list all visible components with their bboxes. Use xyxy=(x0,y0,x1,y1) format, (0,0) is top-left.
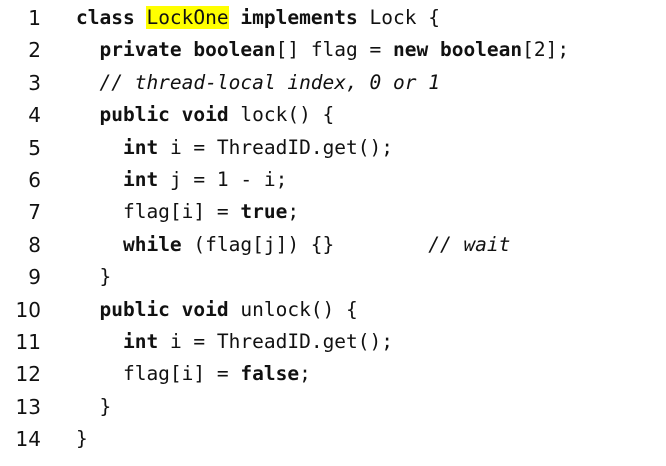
code-comment: // wait xyxy=(428,232,511,256)
code-token: } xyxy=(76,265,112,289)
code-line: 2 private boolean[] flag = new boolean[2… xyxy=(0,34,666,66)
code-text: flag[i] = false; xyxy=(76,358,311,390)
code-token: ; xyxy=(287,200,300,224)
code-line: 14} xyxy=(0,423,666,455)
code-keyword: public void xyxy=(99,297,229,321)
code-keyword: public void xyxy=(99,103,229,127)
code-line: 12 flag[i] = false; xyxy=(0,358,666,390)
code-text: flag[i] = true; xyxy=(76,196,299,228)
code-keyword: new boolean xyxy=(393,38,523,62)
line-number: 13 xyxy=(15,394,41,419)
line-number: 6 xyxy=(28,167,41,192)
code-token: } xyxy=(76,394,112,418)
code-text: } xyxy=(76,261,111,293)
code-token: i = ThreadID.get(); xyxy=(158,135,394,159)
line-number: 9 xyxy=(28,265,41,290)
code-token: (flag[j]) {} xyxy=(181,232,429,256)
line-number: 4 xyxy=(28,103,41,128)
code-line: 10 public void unlock() { xyxy=(0,294,666,326)
code-text: int i = ThreadID.get(); xyxy=(76,326,393,358)
code-text: int j = 1 - i; xyxy=(76,164,287,196)
code-text: } xyxy=(76,423,88,455)
line-number: 8 xyxy=(28,232,41,257)
code-token: unlock() { xyxy=(228,297,358,321)
code-keyword: true xyxy=(240,200,288,224)
code-token: flag[i] = xyxy=(76,362,241,386)
code-text: public void lock() { xyxy=(76,99,334,131)
code-token: [2]; xyxy=(522,38,570,62)
code-line: 7 flag[i] = true; xyxy=(0,196,666,228)
code-token: lock() { xyxy=(228,103,335,127)
code-line: 8 while (flag[j]) {} // wait xyxy=(0,229,666,261)
code-text: while (flag[j]) {} // wait xyxy=(76,229,510,261)
line-number: 5 xyxy=(28,135,41,160)
line-number: 7 xyxy=(28,200,41,225)
code-line: 13 } xyxy=(0,391,666,423)
code-line: 6 int j = 1 - i; xyxy=(0,164,666,196)
code-text: } xyxy=(76,391,111,423)
code-text: private boolean[] flag = new boolean[2]; xyxy=(76,34,569,66)
code-line: 3 // thread-local index, 0 or 1 xyxy=(0,67,666,99)
code-keyword: class xyxy=(76,6,135,29)
code-token: } xyxy=(76,427,88,451)
code-token: Lock { xyxy=(357,6,440,29)
code-line: 1 class LockOne implements Lock { xyxy=(0,2,666,34)
code-line: 9 } xyxy=(0,261,666,293)
code-keyword: int xyxy=(122,329,159,353)
code-listing: 1 class LockOne implements Lock {2 privat… xyxy=(0,2,666,455)
line-number: 1 xyxy=(28,6,41,30)
code-token: j = 1 - i; xyxy=(158,167,288,191)
code-keyword: int xyxy=(122,167,159,191)
code-keyword: private boolean xyxy=(99,38,276,62)
code-text: // thread-local index, 0 or 1 xyxy=(76,67,440,99)
code-line: 11 int i = ThreadID.get(); xyxy=(0,326,666,358)
code-token: flag[i] = xyxy=(76,200,241,224)
code-keyword: implements xyxy=(240,6,358,29)
code-token: ; xyxy=(299,362,311,386)
code-comment: // thread-local index, 0 or 1 xyxy=(99,70,440,94)
code-line: 4 public void lock() { xyxy=(0,99,666,131)
code-token: [] flag = xyxy=(275,38,393,62)
code-line: 5 int i = ThreadID.get(); xyxy=(0,132,666,164)
code-token: i = ThreadID.get(); xyxy=(158,329,394,353)
line-number: 11 xyxy=(15,329,41,354)
code-text: int i = ThreadID.get(); xyxy=(76,132,393,164)
line-number: 10 xyxy=(15,297,41,322)
code-text: public void unlock() { xyxy=(76,294,358,326)
code-keyword: while xyxy=(122,232,182,256)
code-text: class LockOne implements Lock { xyxy=(76,2,440,34)
line-number: 14 xyxy=(15,427,41,452)
code-keyword: int xyxy=(122,135,159,159)
line-number: 3 xyxy=(28,70,41,95)
line-number: 2 xyxy=(28,38,41,63)
code-keyword: false xyxy=(240,362,300,386)
line-number: 12 xyxy=(15,362,41,387)
highlighted-class-name: LockOne xyxy=(146,6,229,29)
